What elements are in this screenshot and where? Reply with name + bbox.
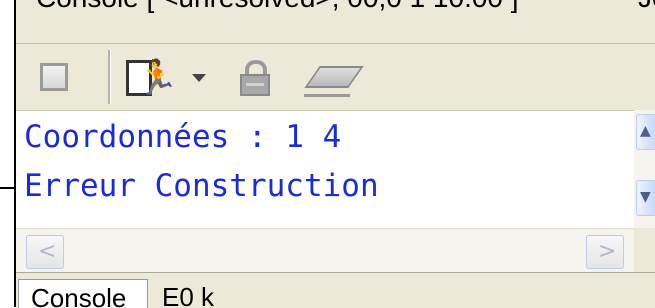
- scroll-down-button[interactable]: ▼: [636, 180, 655, 216]
- horizontal-scrollbar[interactable]: < >: [16, 228, 634, 273]
- chevron-down-icon: ▼: [640, 189, 651, 205]
- stop-icon: [40, 63, 68, 91]
- view-tab-bar: Console E0 k: [16, 272, 655, 308]
- console-toolbar: 🏃: [16, 44, 655, 110]
- scroll-right-button[interactable]: >: [586, 235, 624, 269]
- console-output[interactable]: Coordonnées : 1 4 Erreur Construction: [16, 110, 634, 229]
- vertical-scrollbar[interactable]: ▲ ▼: [634, 110, 655, 228]
- tab-console[interactable]: Console: [18, 279, 148, 308]
- clear-console-button[interactable]: [304, 54, 364, 100]
- terminate-button[interactable]: [36, 54, 76, 100]
- scroll-lock-button[interactable]: [236, 54, 272, 100]
- scroll-up-button[interactable]: ▲: [636, 114, 655, 150]
- run-person-icon: 🏃: [136, 58, 179, 98]
- lock-icon: [240, 74, 270, 96]
- console-dropdown-button[interactable]: [186, 54, 210, 100]
- toolbar-divider: [108, 50, 111, 104]
- chevron-left-icon: <: [38, 239, 57, 264]
- chevron-up-icon: ▲: [640, 123, 651, 139]
- adjacent-view-title: Jc: [638, 0, 655, 14]
- display-selected-console-button[interactable]: 🏃: [122, 54, 182, 100]
- console-line: Erreur Construction: [24, 168, 379, 204]
- margin-tick: [0, 187, 14, 189]
- scroll-left-button[interactable]: <: [26, 235, 64, 269]
- eraser-icon: [304, 66, 364, 88]
- scrollbar-corner: [634, 228, 655, 272]
- tab-secondary[interactable]: E0 k: [150, 279, 270, 308]
- console-view-title: Console [ <unresolved>, 00,0 1 10.00 ]: [36, 0, 519, 14]
- dropdown-arrow-icon: [192, 74, 206, 82]
- chevron-right-icon: >: [598, 239, 617, 264]
- console-line: Coordonnées : 1 4: [24, 119, 342, 155]
- console-view-titlebar: Console [ <unresolved>, 00,0 1 10.00 ] J…: [16, 0, 655, 44]
- eraser-underline: [304, 94, 350, 97]
